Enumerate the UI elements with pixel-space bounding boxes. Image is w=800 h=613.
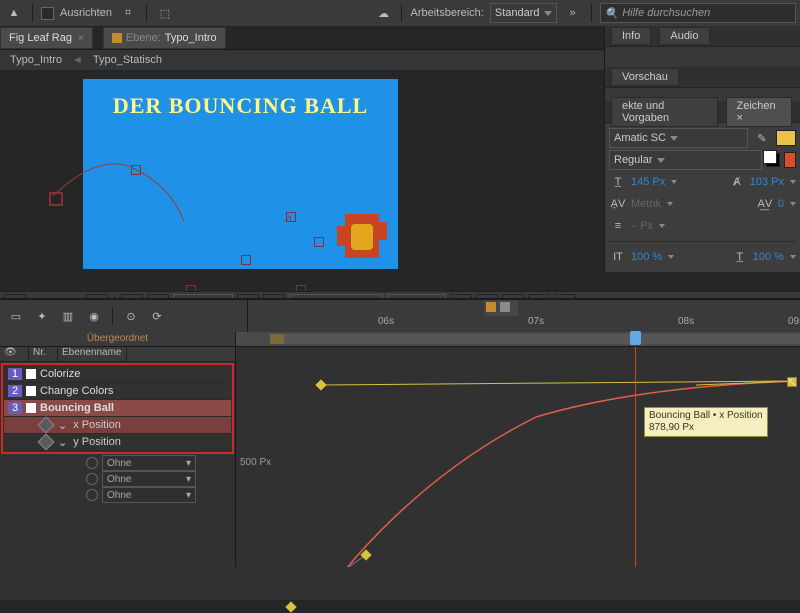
- selection-tool-icon[interactable]: ▲: [4, 3, 24, 23]
- frame-blend-icon[interactable]: ▥: [58, 306, 78, 326]
- hscale-icon: T̲: [731, 251, 749, 263]
- character-panel: Amatic SC ✎ Regular T̲ 145 Px Ⱥ 103 Px A…: [605, 123, 800, 272]
- parent-dropdown[interactable]: Ohne▾: [102, 487, 196, 503]
- no-stroke-swatch[interactable]: [766, 153, 780, 167]
- layer-list: 👁 Nr. Ebenenname 1 Colorize 2 Change Col…: [0, 347, 236, 567]
- vscale-value[interactable]: 100 %: [631, 251, 662, 263]
- eyedropper-icon[interactable]: ✎: [752, 128, 772, 148]
- kerning-value[interactable]: Metrik: [631, 198, 661, 210]
- layer-columns-header: 👁 Nr. Ebenenname: [0, 347, 235, 362]
- fill-color-swatch[interactable]: [776, 130, 796, 146]
- parent-dropdown[interactable]: Ohne▾: [102, 455, 196, 471]
- canvas-title: DER BOUNCING BALL: [83, 93, 398, 119]
- font-style-dropdown[interactable]: Regular: [609, 150, 762, 170]
- leading-icon: Ⱥ: [728, 176, 746, 188]
- workspace-menu-icon[interactable]: »: [563, 3, 583, 23]
- stroke-width-value[interactable]: – Px: [631, 220, 653, 232]
- stroke-width-icon: ≡: [609, 220, 627, 232]
- sync-icon[interactable]: ☁: [373, 3, 393, 23]
- anchor-point[interactable]: [186, 285, 196, 291]
- keyframe-icon: [38, 434, 55, 451]
- prop-y-position[interactable]: ⌄y Position: [4, 434, 231, 451]
- align-checkbox[interactable]: [41, 7, 54, 20]
- main-toolbar: ▲ Ausrichten ⌗ ⬚ ☁ Arbeitsbereich: Stand…: [0, 0, 800, 27]
- playhead[interactable]: [635, 347, 636, 567]
- work-area-bar[interactable]: [236, 332, 800, 346]
- anchor-point[interactable]: [131, 165, 141, 175]
- leading-value[interactable]: 103 Px: [750, 176, 784, 188]
- draft3d-icon[interactable]: ✦: [32, 306, 52, 326]
- close-icon[interactable]: ×: [78, 33, 84, 44]
- tab-character[interactable]: Zeichen ×: [726, 97, 793, 127]
- graph-editor-icon[interactable]: ▭: [6, 306, 26, 326]
- tab-info[interactable]: Info: [611, 27, 651, 45]
- right-panels: Info Audio Vorschau ekte und Vorgaben Ze…: [604, 26, 800, 272]
- font-family-dropdown[interactable]: Amatic SC: [609, 128, 748, 148]
- snap-icon[interactable]: ⌗: [118, 3, 138, 23]
- value-tooltip: Bouncing Ball • x Position 878,90 Px: [644, 407, 768, 437]
- tab-fig-leaf[interactable]: Fig Leaf Rag×: [0, 27, 93, 49]
- hscale-value[interactable]: 100 %: [753, 251, 784, 263]
- keyframe[interactable]: [285, 601, 296, 612]
- vscale-icon: IT: [609, 251, 627, 263]
- anchor-point[interactable]: [296, 285, 306, 291]
- font-size-icon: T̲: [609, 176, 627, 188]
- prop-x-position[interactable]: ⌄x Position: [4, 417, 231, 434]
- timeline-panel: ▭ ✦ ▥ ◉ ⊙ ⟳ 06s 07s 08s 09s Übergeordnet…: [0, 298, 800, 600]
- motion-blur-icon[interactable]: ◉: [84, 306, 104, 326]
- anchor-point[interactable]: [241, 255, 251, 265]
- workspace-label: Arbeitsbereich:: [410, 7, 483, 19]
- cursor-icon: ↖: [787, 375, 797, 389]
- anchor-point[interactable]: [49, 192, 63, 206]
- stroke-toggle[interactable]: [784, 152, 796, 168]
- tracking-icon: A͟V: [756, 198, 774, 210]
- graph-editor[interactable]: 500 Px Bouncing Ball • x Position 878,90…: [236, 347, 800, 567]
- workspace-dropdown[interactable]: Standard: [490, 3, 557, 23]
- timeline-toolbar: ▭ ✦ ▥ ◉ ⊙ ⟳: [0, 300, 248, 332]
- yellow-shape: [351, 224, 373, 250]
- kerning-icon: A̱V: [609, 198, 627, 210]
- anchor-point[interactable]: [286, 212, 296, 222]
- crumb-2[interactable]: Typo_Statisch: [93, 54, 162, 66]
- tab-presets[interactable]: ekte und Vorgaben: [611, 97, 718, 127]
- help-search-input[interactable]: 🔍Hilfe durchsuchen: [600, 3, 797, 23]
- crumb-1[interactable]: Typo_Intro: [10, 54, 62, 66]
- align-label: Ausrichten: [60, 7, 112, 19]
- tracking-value[interactable]: 0: [778, 198, 784, 210]
- chevron-left-icon: ◄: [72, 54, 83, 66]
- nr-column: Nr.: [29, 347, 58, 361]
- anchor-point[interactable]: [314, 237, 324, 247]
- visibility-column-icon: 👁: [0, 347, 29, 361]
- timeline-ruler-area[interactable]: 06s 07s 08s 09s: [248, 300, 800, 332]
- name-column: Ebenenname: [58, 347, 127, 361]
- time-ruler[interactable]: 06s 07s 08s 09s: [248, 316, 800, 333]
- toggle-switches[interactable]: [484, 300, 518, 316]
- keyframe-icon: [38, 417, 55, 434]
- brainstorm-icon[interactable]: ⊙: [121, 306, 141, 326]
- tab-preview[interactable]: Vorschau: [611, 68, 679, 86]
- parent-header: Übergeordnet: [0, 332, 236, 346]
- auto-keyframe-icon[interactable]: ⟳: [147, 306, 167, 326]
- font-size-value[interactable]: 145 Px: [631, 176, 665, 188]
- parent-dropdown[interactable]: Ohne▾: [102, 471, 196, 487]
- tab-layer[interactable]: Ebene: Typo_Intro: [103, 27, 226, 49]
- layer-row-bouncing-ball[interactable]: 3 Bouncing Ball: [4, 400, 231, 417]
- layer-row-change-colors[interactable]: 2 Change Colors: [4, 383, 231, 400]
- close-icon: ×: [737, 112, 743, 124]
- layer-row-colorize[interactable]: 1 Colorize: [4, 366, 231, 383]
- bounds-icon[interactable]: ⬚: [155, 3, 175, 23]
- tab-audio[interactable]: Audio: [659, 27, 709, 45]
